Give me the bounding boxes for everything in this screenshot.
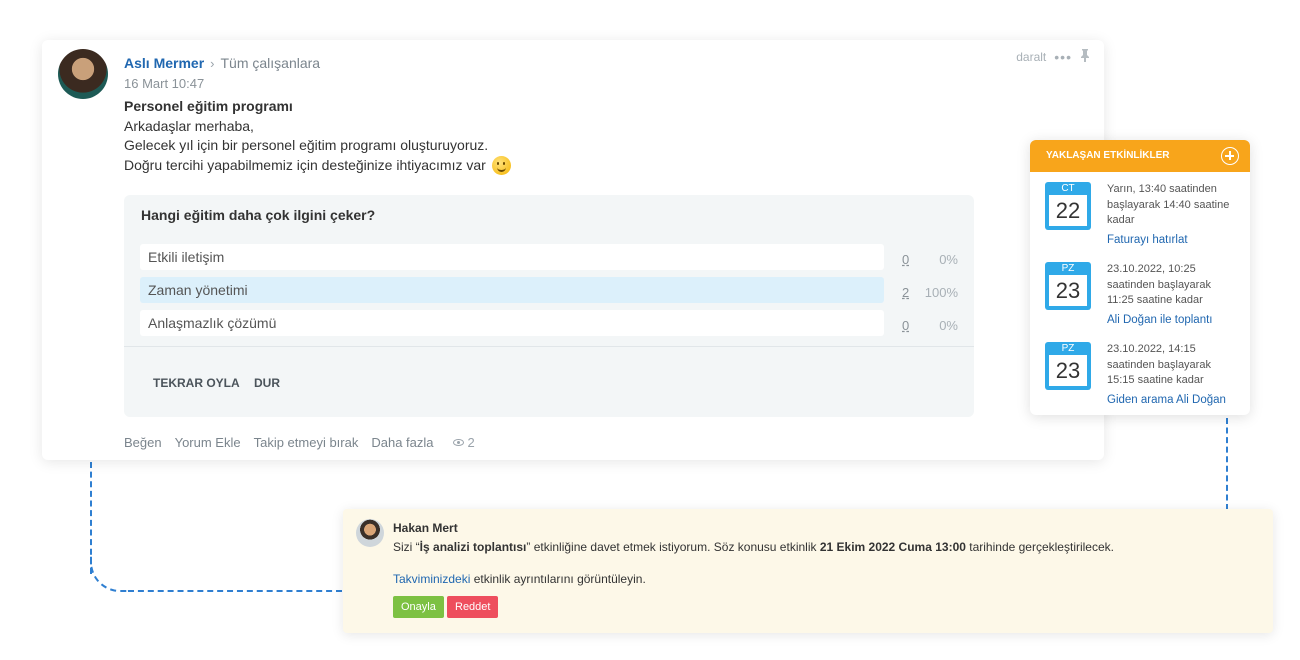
author-name[interactable]: Aslı Mermer <box>124 55 204 71</box>
poll-vote-count[interactable]: 2 <box>902 285 909 300</box>
poll-vote-count[interactable]: 0 <box>902 252 909 267</box>
post-body: Personel eğitim programı Arkadaşlar merh… <box>124 97 511 176</box>
post-line: Arkadaşlar merhaba, <box>124 117 254 134</box>
event-name-link[interactable]: Faturayı hatırlat <box>1107 233 1237 249</box>
add-event-icon[interactable] <box>1221 147 1239 165</box>
invitation-notification: Hakan Mert Sizi “İş analizi toplantısı” … <box>343 509 1273 633</box>
poll-option[interactable]: Anlaşmazlık çözümü <box>140 310 884 336</box>
revote-button[interactable]: TEKRAR OYLA <box>153 376 240 390</box>
calendar-link[interactable]: Takviminizdeki <box>393 572 470 586</box>
post-recipients[interactable]: Tüm çalışanlara <box>221 55 321 71</box>
poll: Hangi eğitim daha çok ilgini çeker? Etki… <box>124 195 974 417</box>
calendar-weekday: PZ <box>1061 263 1075 274</box>
event-time: 23.10.2022, 14:15 saatinden başlayarak 1… <box>1107 343 1211 386</box>
unfollow-link[interactable]: Takip etmeyi bırak <box>254 435 359 450</box>
poll-vote-count[interactable]: 0 <box>902 318 909 333</box>
post-title: Personel eğitim programı <box>124 98 293 114</box>
post-actions: daralt ••• <box>1016 48 1090 65</box>
invitation-message: Sizi “İş analizi toplantısı” etkinliğine… <box>393 540 1114 554</box>
sender-name[interactable]: Hakan Mert <box>393 521 458 535</box>
stop-poll-button[interactable]: DUR <box>254 376 280 390</box>
connector-curve <box>90 552 130 592</box>
more-dots-icon[interactable]: ••• <box>1054 49 1072 65</box>
poll-percent: 0% <box>939 252 958 267</box>
connector-line <box>128 590 342 592</box>
view-counter: 2 <box>452 435 475 450</box>
post-card: Aslı Mermer › Tüm çalışanlara 16 Mart 10… <box>42 40 1104 460</box>
event-datetime: 21 Ekim 2022 Cuma 13:00 <box>819 540 966 554</box>
post-header: Aslı Mermer › Tüm çalışanlara <box>124 55 320 71</box>
calendar-weekday: CT <box>1061 183 1075 194</box>
smile-emoji-icon <box>491 156 511 176</box>
event-title: İş analizi toplantısı <box>419 540 527 554</box>
calendar-icon: PZ 23 <box>1045 342 1091 390</box>
calendar-icon: CT 22 <box>1045 182 1091 230</box>
event-name-link[interactable]: Giden arama Ali Doğan <box>1107 393 1237 409</box>
view-count: 2 <box>467 435 475 450</box>
invitation-text: ” etkinliğine davet etmek istiyorum. Söz… <box>526 540 820 554</box>
calendar-date: 23 <box>1049 355 1087 386</box>
event-details: 23.10.2022, 10:25 saatinden başlayarak 1… <box>1107 262 1237 328</box>
invitation-text: tarihinde gerçekleştirilecek. <box>965 540 1114 554</box>
decline-button[interactable]: Reddet <box>447 596 499 618</box>
events-header: YAKLAŞAN ETKİNLİKLER <box>1030 140 1250 172</box>
event-time: Yarın, 13:40 saatinden başlayarak 14:40 … <box>1107 183 1230 226</box>
post-line: Doğru tercihi yapabilmemiz için desteğin… <box>124 156 511 176</box>
connector-line <box>1226 418 1228 510</box>
calendar-hint: Takviminizdeki etkinlik ayrıntılarını gö… <box>393 572 646 586</box>
event-time: 23.10.2022, 10:25 saatinden başlayarak 1… <box>1107 263 1211 306</box>
upcoming-events-widget: YAKLAŞAN ETKİNLİKLER CT 22 Yarın, 13:40 … <box>1030 140 1250 415</box>
event-details: 23.10.2022, 14:15 saatinden başlayarak 1… <box>1107 342 1237 408</box>
more-link[interactable]: Daha fazla <box>371 435 433 450</box>
calendar-weekday: PZ <box>1061 343 1075 354</box>
sender-avatar[interactable] <box>356 519 384 547</box>
calendar-hint-text: etkinlik ayrıntılarını görüntüleyin. <box>470 572 646 586</box>
chevron-right-icon: › <box>210 55 215 71</box>
collapse-link[interactable]: daralt <box>1016 50 1046 64</box>
poll-divider <box>124 346 974 347</box>
events-title: YAKLAŞAN ETKİNLİKLER <box>1046 150 1170 161</box>
calendar-icon: PZ 23 <box>1045 262 1091 310</box>
pin-icon[interactable] <box>1080 48 1090 65</box>
post-date[interactable]: 16 Mart 10:47 <box>124 76 204 91</box>
post-line: Gelecek yıl için bir personel eğitim pro… <box>124 137 489 153</box>
poll-option[interactable]: Etkili iletişim <box>140 244 884 270</box>
event-name-link[interactable]: Ali Doğan ile toplantı <box>1107 313 1237 329</box>
like-link[interactable]: Beğen <box>124 435 162 450</box>
post-footer: Beğen Yorum Ekle Takip etmeyi bırak Daha… <box>124 435 475 450</box>
event-details: Yarın, 13:40 saatinden başlayarak 14:40 … <box>1107 182 1237 248</box>
accept-button[interactable]: Onayla <box>393 596 444 618</box>
calendar-date: 22 <box>1049 195 1087 226</box>
author-avatar[interactable] <box>58 49 108 99</box>
eye-icon <box>452 439 464 446</box>
poll-option-selected[interactable]: Zaman yönetimi <box>140 277 884 303</box>
poll-question: Hangi eğitim daha çok ilgini çeker? <box>141 207 376 223</box>
invitation-text: Sizi “ <box>393 540 420 554</box>
comment-link[interactable]: Yorum Ekle <box>175 435 241 450</box>
poll-percent: 0% <box>939 318 958 333</box>
poll-percent: 100% <box>924 285 958 300</box>
calendar-date: 23 <box>1049 275 1087 306</box>
post-line-text: Doğru tercihi yapabilmemiz için desteğin… <box>124 156 486 173</box>
